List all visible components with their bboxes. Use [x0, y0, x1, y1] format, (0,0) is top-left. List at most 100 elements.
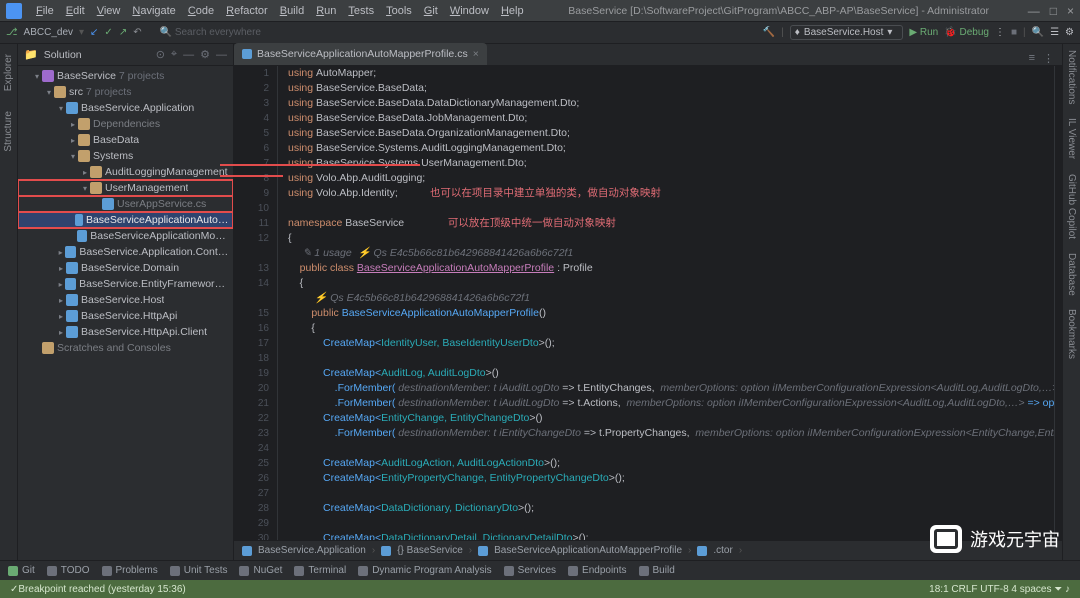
- menu-run[interactable]: Run: [310, 5, 342, 17]
- tree-node[interactable]: BaseServiceApplicationModule.cs: [18, 228, 233, 244]
- right-tool-bookmarks[interactable]: Bookmarks: [1066, 309, 1077, 359]
- tree-node[interactable]: ▸BaseService.HttpApi: [18, 308, 233, 324]
- menu-window[interactable]: Window: [444, 5, 495, 17]
- left-tool-strip: Explorer Structure: [0, 44, 18, 560]
- menu-build[interactable]: Build: [274, 5, 310, 17]
- tree-node[interactable]: ▾src 7 projects: [18, 84, 233, 100]
- breadcrumb-item[interactable]: {} BaseService: [397, 545, 463, 556]
- tree-node[interactable]: ▸BaseService.HttpApi.Client: [18, 324, 233, 340]
- breadcrumb-item[interactable]: BaseServiceApplicationAutoMapperProfile: [494, 545, 682, 556]
- more-icon[interactable]: ⋮: [995, 27, 1005, 38]
- window-title: BaseService [D:\SoftwareProject\GitProgr…: [530, 5, 1028, 17]
- locate-icon[interactable]: ⌖: [171, 48, 177, 61]
- run-button[interactable]: ▶ Run: [909, 27, 938, 38]
- wechat-icon: [930, 525, 962, 553]
- bottom-tool-todo[interactable]: TODO: [47, 565, 90, 576]
- select-opened-icon[interactable]: ⊙: [156, 48, 165, 61]
- window-close[interactable]: ×: [1067, 4, 1074, 18]
- menu-code[interactable]: Code: [182, 5, 220, 17]
- menu-refactor[interactable]: Refactor: [220, 5, 274, 17]
- settings-icon[interactable]: ⚙: [1065, 27, 1074, 38]
- bottom-tool-build[interactable]: Build: [639, 565, 675, 576]
- status-message: Breakpoint reached (yesterday 15:36): [18, 584, 185, 595]
- tree-node[interactable]: ▸BaseService.EntityFrameworkCore: [18, 276, 233, 292]
- bottom-tool-git[interactable]: Git: [8, 565, 35, 576]
- right-tool-strip: Notifications IL Viewer GitHub Copilot Data…: [1062, 44, 1080, 560]
- line-gutter[interactable]: 1234567891011121314151617181920212223242…: [234, 66, 278, 540]
- close-tab-icon[interactable]: ×: [473, 48, 479, 60]
- solution-explorer: 📁 Solution ⊙ ⌖ — ⚙ — ▾BaseService 7 proj…: [18, 44, 234, 560]
- debug-button[interactable]: 🐞 Debug: [944, 27, 989, 38]
- bottom-tool-nuget[interactable]: NuGet: [239, 565, 282, 576]
- tree-node[interactable]: ▾UserManagement: [18, 180, 233, 196]
- right-tool-notifications[interactable]: Notifications: [1066, 50, 1077, 104]
- tree-node[interactable]: ▸BaseData: [18, 132, 233, 148]
- watermark: 游戏元宇宙: [930, 525, 1060, 553]
- vcs-update-icon[interactable]: ↙: [90, 27, 98, 38]
- window-minimize[interactable]: —: [1028, 4, 1040, 18]
- search-everywhere[interactable]: 🔍 Search everywhere: [148, 27, 757, 38]
- tree-node[interactable]: UserAppService.cs: [18, 196, 233, 212]
- vcs-commit-icon[interactable]: ✓: [104, 27, 112, 38]
- editor-scrollbar[interactable]: [1054, 66, 1062, 540]
- bottom-tool-terminal[interactable]: Terminal: [294, 565, 346, 576]
- tree-node[interactable]: ▸AuditLoggingManagement: [18, 164, 233, 180]
- solution-tree[interactable]: ▾BaseService 7 projects▾src 7 projects▾B…: [18, 66, 233, 560]
- vcs-push-icon[interactable]: ↗: [119, 27, 127, 38]
- right-tool-database[interactable]: Database: [1066, 253, 1077, 296]
- left-tool-structure[interactable]: Structure: [3, 111, 14, 152]
- breadcrumb-item[interactable]: BaseService.Application: [258, 545, 366, 556]
- history-icon[interactable]: ↶: [133, 27, 141, 38]
- window-maximize[interactable]: □: [1050, 4, 1057, 18]
- annotation-line-2: [220, 175, 283, 177]
- branch-icon: ⎇: [6, 27, 18, 38]
- bottom-tool-services[interactable]: Services: [504, 565, 556, 576]
- tree-node[interactable]: ▾BaseService.Application: [18, 100, 233, 116]
- tree-node[interactable]: BaseServiceApplicationAutoMapperProfile.…: [18, 212, 233, 228]
- status-right: 18:1 CRLF UTF-8 4 spaces ⏷ ♪: [929, 584, 1070, 595]
- bottom-tool-endpoints[interactable]: Endpoints: [568, 565, 626, 576]
- menu-navigate[interactable]: Navigate: [126, 5, 181, 17]
- tree-node[interactable]: ▸BaseService.Host: [18, 292, 233, 308]
- right-tool-github copilot[interactable]: GitHub Copilot: [1066, 174, 1077, 239]
- editor-area: BaseServiceApplicationAutoMapperProfile.…: [234, 44, 1062, 560]
- run-config-selector[interactable]: ♦ BaseService.Host ▾: [790, 25, 904, 40]
- menu-view[interactable]: View: [91, 5, 127, 17]
- menu-tools[interactable]: Tools: [380, 5, 418, 17]
- solution-icon: 📁: [24, 48, 38, 61]
- search-icon[interactable]: 🔍: [1032, 27, 1044, 38]
- profiler-icon[interactable]: ☰: [1050, 27, 1059, 38]
- menu-help[interactable]: Help: [495, 5, 530, 17]
- git-branch[interactable]: ABCC_dev: [24, 27, 73, 38]
- tab-dropdown-icon[interactable]: ≡: [1029, 52, 1035, 65]
- menu-git[interactable]: Git: [418, 5, 444, 17]
- menu-edit[interactable]: Edit: [60, 5, 91, 17]
- right-tool-il viewer[interactable]: IL Viewer: [1066, 118, 1077, 159]
- tree-node[interactable]: ▾BaseService 7 projects: [18, 68, 233, 84]
- active-tab[interactable]: BaseServiceApplicationAutoMapperProfile.…: [234, 43, 487, 65]
- top-toolbar: ⎇ ABCC_dev ▾ ↙ ✓ ↗ ↶ 🔍 Search everywhere…: [0, 22, 1080, 44]
- tree-node[interactable]: ▾Systems: [18, 148, 233, 164]
- code-editor[interactable]: using AutoMapper;using BaseService.BaseD…: [278, 66, 1054, 540]
- solution-panel-title: Solution: [44, 49, 150, 61]
- hide-icon[interactable]: —: [216, 49, 227, 61]
- tree-node[interactable]: ▸BaseService.Domain: [18, 260, 233, 276]
- menu-file[interactable]: File: [30, 5, 60, 17]
- annotation-line-1: [220, 164, 420, 166]
- stop-icon[interactable]: ■: [1011, 27, 1017, 38]
- collapse-icon[interactable]: —: [183, 49, 194, 61]
- tab-label: BaseServiceApplicationAutoMapperProfile.…: [257, 48, 468, 60]
- tree-node[interactable]: Scratches and Consoles: [18, 340, 233, 356]
- bottom-toolbar: Git TODO Problems Unit Tests NuGet Terminal Dy…: [0, 560, 1080, 580]
- menu-tests[interactable]: Tests: [342, 5, 380, 17]
- tree-node[interactable]: ▸BaseService.Application.Contracts: [18, 244, 233, 260]
- bottom-tool-dynamic program analysis[interactable]: Dynamic Program Analysis: [358, 565, 491, 576]
- tab-more-icon[interactable]: ⋮: [1043, 52, 1054, 65]
- breadcrumb-item[interactable]: .ctor: [713, 545, 732, 556]
- bottom-tool-problems[interactable]: Problems: [102, 565, 158, 576]
- tree-node[interactable]: ▸Dependencies: [18, 116, 233, 132]
- left-tool-explorer[interactable]: Explorer: [3, 54, 14, 91]
- settings-icon[interactable]: ⚙: [200, 48, 210, 61]
- bottom-tool-unit tests[interactable]: Unit Tests: [170, 565, 228, 576]
- build-icon[interactable]: 🔨: [763, 27, 775, 38]
